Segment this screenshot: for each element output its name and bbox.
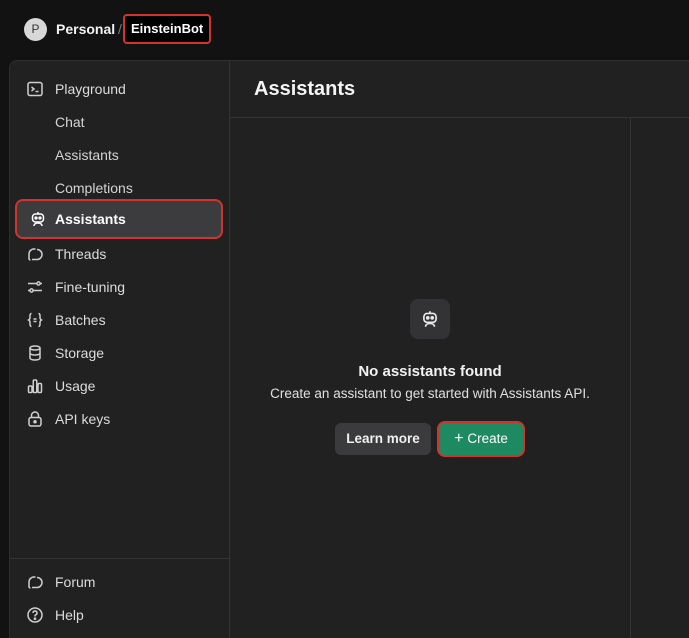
breadcrumb-separator: /	[118, 21, 122, 37]
avatar[interactable]: P	[24, 18, 47, 41]
sidebar-item-label: Help	[55, 607, 84, 623]
terminal-icon	[26, 80, 44, 98]
sidebar: Playground Chat Assistants Completions A…	[10, 61, 230, 638]
sidebar-divider	[10, 558, 229, 559]
sidebar-item-assistants[interactable]: Assistants	[17, 201, 221, 237]
assistants-list-pane: No assistants found Create an assistant …	[230, 118, 631, 638]
sidebar-item-label: Storage	[55, 345, 105, 361]
app-frame: Playground Chat Assistants Completions A…	[9, 60, 689, 638]
threads-icon	[26, 245, 44, 263]
sidebar-item-label: Threads	[55, 246, 107, 262]
org-name[interactable]: Personal	[56, 21, 115, 37]
sidebar-item-storage[interactable]: Storage	[26, 341, 104, 365]
sidebar-subitem-chat[interactable]: Chat	[55, 112, 85, 132]
sidebar-item-label: API keys	[55, 411, 111, 427]
page-title: Assistants	[254, 78, 356, 100]
lock-icon	[26, 410, 44, 428]
sidebar-item-threads[interactable]: Threads	[26, 242, 106, 266]
sidebar-item-batches[interactable]: Batches	[26, 308, 106, 332]
main-header: Assistants	[230, 61, 689, 118]
bar-chart-icon	[26, 377, 44, 395]
create-button-label: Create	[467, 431, 508, 446]
project-name[interactable]: EinsteinBot	[122, 14, 212, 44]
sidebar-item-forum[interactable]: Forum	[26, 570, 95, 594]
sidebar-item-help[interactable]: Help	[26, 603, 84, 627]
create-button[interactable]: + Create	[439, 423, 523, 455]
sidebar-item-fine-tuning[interactable]: Fine-tuning	[26, 275, 125, 299]
sidebar-item-playground[interactable]: Playground	[26, 77, 126, 101]
sidebar-item-label: Assistants	[55, 211, 126, 227]
sidebar-item-label: Fine-tuning	[55, 279, 126, 295]
sliders-icon	[26, 278, 44, 296]
top-bar: P Personal / EinsteinBot	[0, 0, 689, 60]
learn-more-button[interactable]: Learn more	[335, 423, 431, 455]
sidebar-item-label: Usage	[55, 378, 96, 394]
plus-icon: +	[454, 430, 464, 447]
empty-state-title: No assistants found	[358, 363, 502, 380]
sidebar-subitem-completions[interactable]: Completions	[55, 178, 133, 198]
sidebar-subitem-assistants[interactable]: Assistants	[55, 145, 119, 165]
sidebar-item-usage[interactable]: Usage	[26, 374, 95, 398]
sidebar-item-label: Batches	[55, 312, 106, 328]
forum-icon	[26, 573, 44, 591]
database-icon	[26, 344, 44, 362]
empty-state-description: Create an assistant to get started with …	[270, 386, 590, 401]
sidebar-item-api-keys[interactable]: API keys	[26, 407, 110, 431]
robot-icon	[410, 299, 450, 339]
sidebar-item-label: Forum	[55, 574, 96, 590]
sidebar-item-label: Playground	[55, 81, 126, 97]
robot-icon	[29, 210, 47, 228]
help-icon	[26, 606, 44, 624]
braces-icon	[26, 311, 44, 329]
